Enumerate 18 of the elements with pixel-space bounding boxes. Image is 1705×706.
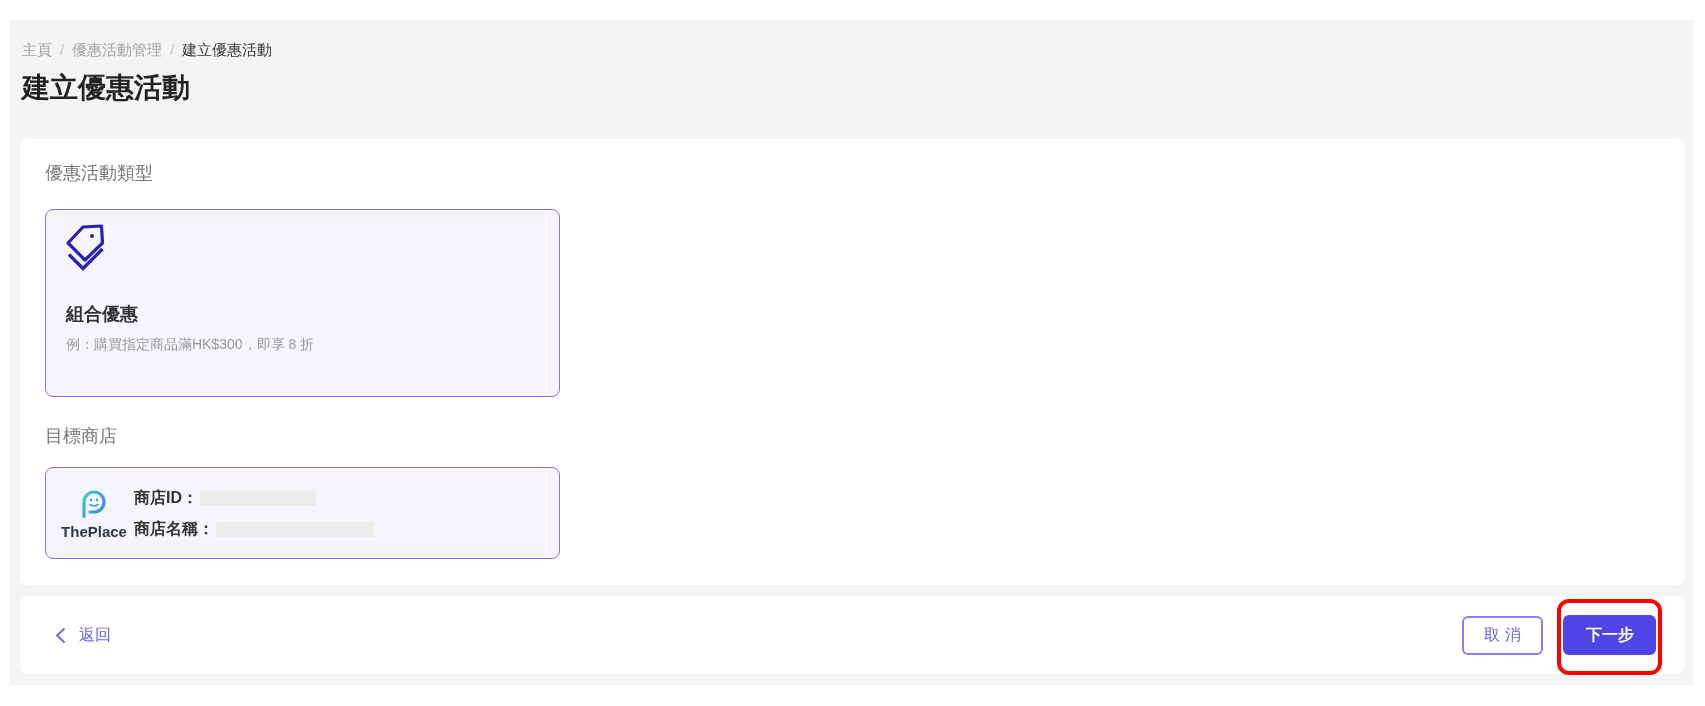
page-title: 建立優惠活動	[20, 71, 191, 105]
logo-text: ThePlace	[61, 523, 127, 541]
next-button[interactable]: 下一步	[1563, 615, 1656, 655]
cancel-button[interactable]: 取 消	[1462, 615, 1543, 655]
option-description: 例：購買指定商品滿HK$300，即享 8 折	[66, 335, 315, 353]
field-label: 商店ID：	[134, 488, 198, 508]
option-title: 組合優惠	[66, 303, 138, 326]
breadcrumb-separator: /	[170, 40, 175, 60]
back-link[interactable]: 返回	[55, 624, 111, 646]
tag-icon	[66, 224, 104, 271]
breadcrumb-separator: /	[60, 40, 65, 60]
breadcrumb-item: 建立優惠活動	[182, 40, 273, 60]
chevron-left-icon	[55, 626, 66, 644]
field-label: 商店名稱：	[134, 519, 214, 539]
section-label: 優惠活動類型	[45, 162, 153, 185]
section-label: 目標商店	[45, 425, 117, 448]
logo-icon	[80, 489, 108, 518]
promotion-type-card[interactable]: 組合優惠 例：購買指定商品滿HK$300，即享 8 折	[45, 209, 560, 397]
